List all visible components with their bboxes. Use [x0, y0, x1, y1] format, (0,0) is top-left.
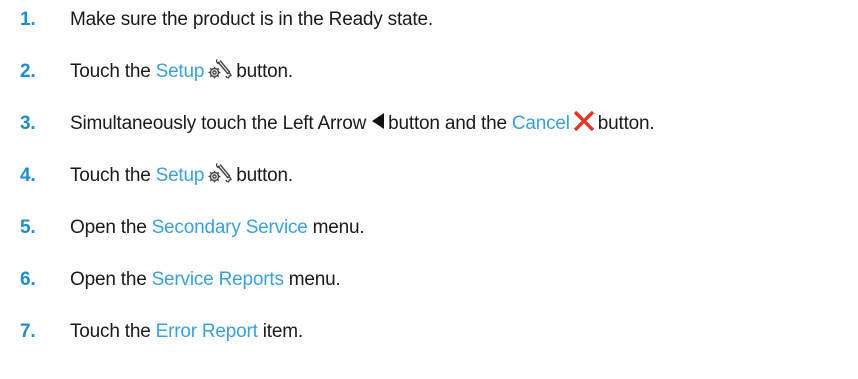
step-2-text-a: Touch the [70, 61, 151, 82]
step-text: Simultaneously touch the Left Arrow butt… [70, 110, 655, 137]
step-number: 1. [20, 9, 36, 30]
step-text: Touch the Setup button. [70, 161, 293, 191]
cancel-link[interactable]: Cancel [512, 113, 570, 135]
step-text: Touch the Error Report item. [70, 321, 303, 343]
step-3-text-a: Simultaneously touch the Left Arrow [70, 113, 367, 134]
step-4-text-a: Touch the [70, 165, 151, 186]
step-2-text-b: button. [236, 61, 293, 82]
step-5-text-b: menu. [312, 217, 365, 238]
step-number: 7. [20, 321, 36, 342]
left-arrow-icon [371, 112, 385, 136]
setup-link[interactable]: Setup [156, 61, 205, 83]
step-1-text: Make sure the product is in the Ready st… [70, 9, 433, 30]
step-7-text-b: item. [262, 321, 303, 342]
step-text: Open the Secondary Service menu. [70, 217, 365, 239]
step-number: 3. [20, 113, 36, 134]
service-reports-link[interactable]: Service Reports [152, 269, 284, 291]
step-text: Open the Service Reports menu. [70, 269, 341, 291]
setup-link[interactable]: Setup [156, 165, 205, 187]
step-3-text-c: button. [597, 113, 655, 134]
step-6-text-a: Open the [70, 269, 147, 290]
step-text: Make sure the product is in the Ready st… [70, 9, 433, 31]
step-3-text-b: button and the [388, 113, 507, 134]
step-number: 4. [20, 165, 36, 186]
step-text: Touch the Setup button. [70, 57, 293, 87]
setup-wrench-gear-icon [207, 57, 233, 87]
step-number: 5. [20, 217, 36, 238]
step-number: 6. [20, 269, 36, 290]
error-report-link[interactable]: Error Report [156, 321, 258, 343]
step-number: 2. [20, 61, 36, 82]
setup-wrench-gear-icon [207, 161, 233, 191]
step-7-text-a: Touch the [70, 321, 151, 342]
step-4-text-b: button. [236, 165, 293, 186]
step-6-text-b: menu. [288, 269, 341, 290]
cancel-x-icon [573, 110, 595, 137]
step-5-text-a: Open the [70, 217, 147, 238]
secondary-service-link[interactable]: Secondary Service [152, 217, 308, 239]
